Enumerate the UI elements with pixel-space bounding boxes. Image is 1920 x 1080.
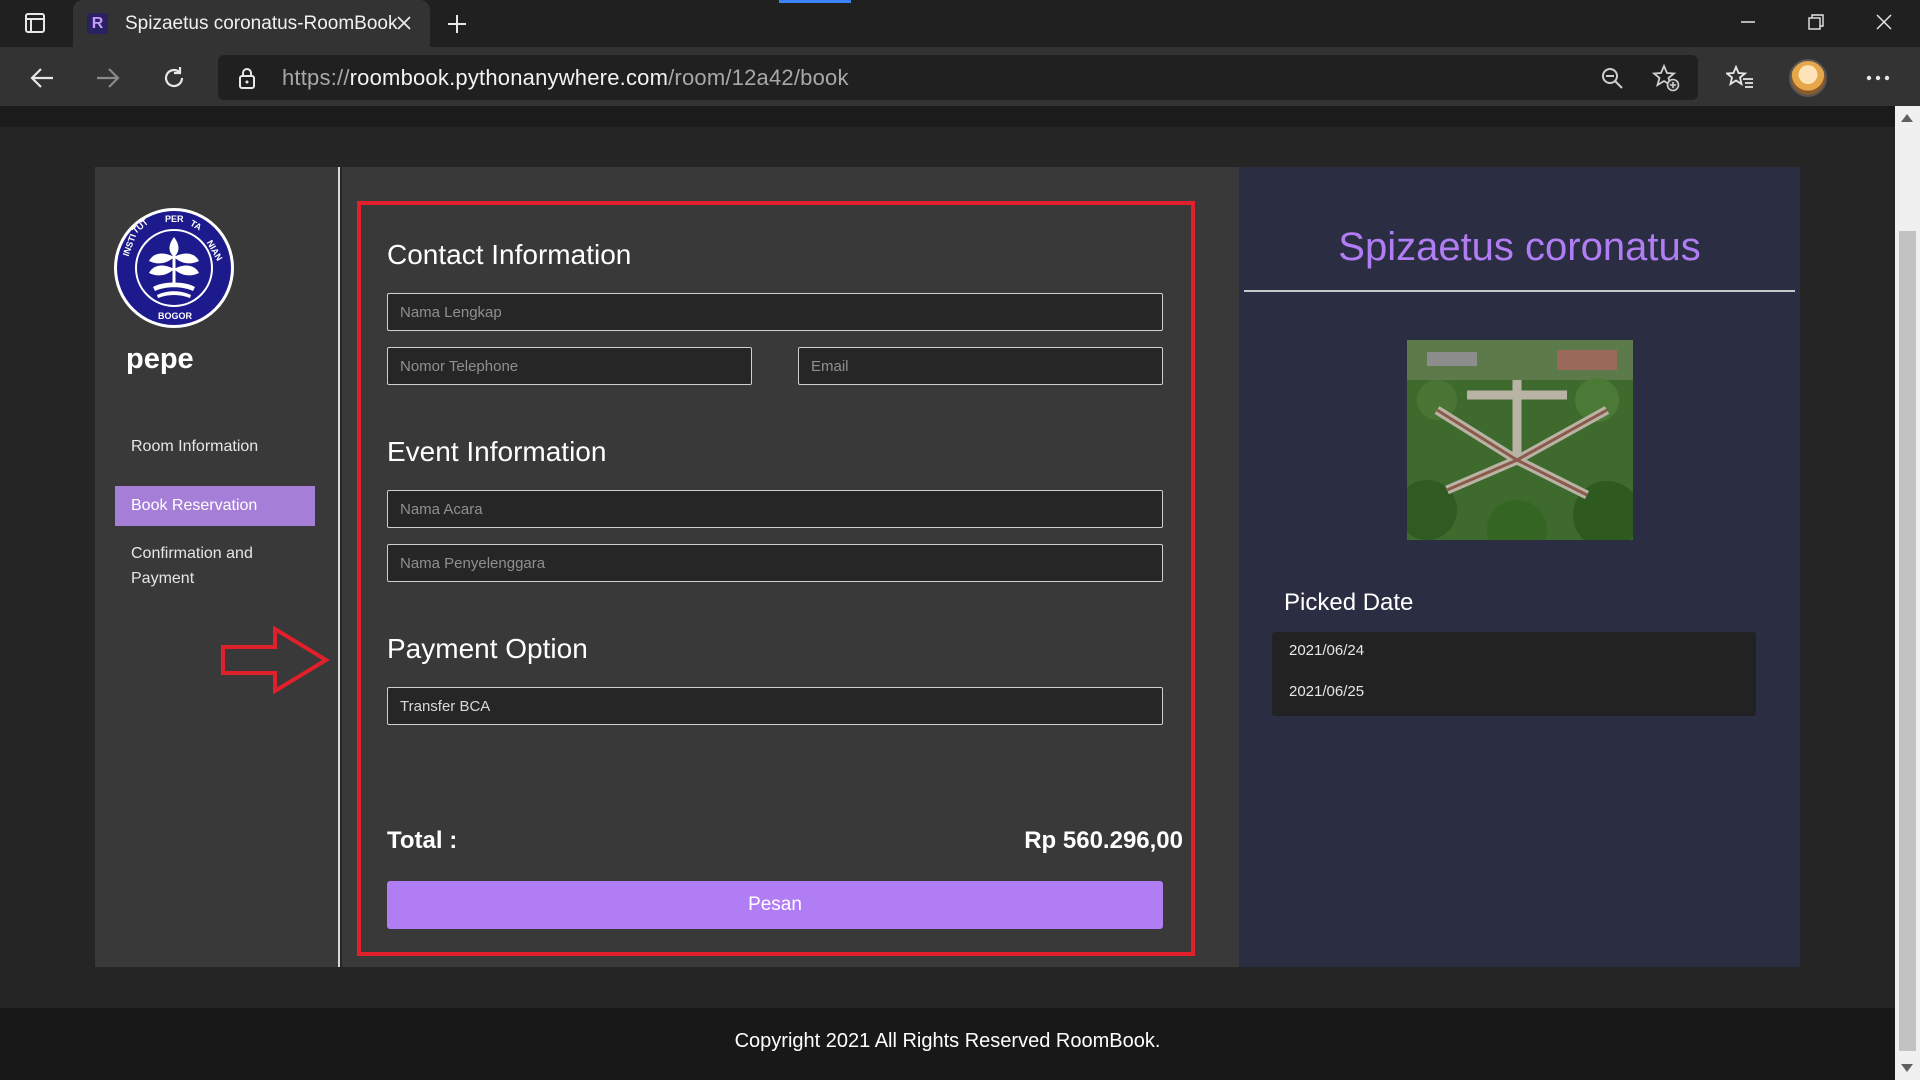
site-favicon-icon: R <box>87 13 108 34</box>
minimize-button[interactable] <box>1714 0 1782 44</box>
full-name-input[interactable] <box>387 293 1163 331</box>
profile-button[interactable] <box>1788 58 1828 98</box>
more-horizontal-icon <box>1866 75 1890 81</box>
scroll-up-icon[interactable] <box>1901 114 1913 122</box>
payment-option-heading: Payment Option <box>387 633 588 664</box>
tab-close-button[interactable] <box>392 11 416 35</box>
room-photo <box>1407 340 1633 540</box>
username: pepe <box>126 343 194 375</box>
favorites-list-icon <box>1726 65 1753 88</box>
tab-actions-button[interactable] <box>10 6 60 40</box>
minimize-icon <box>1741 21 1755 23</box>
annotation-arrow-icon <box>221 625 330 695</box>
restore-button[interactable] <box>1782 0 1850 44</box>
total-label: Total : <box>387 827 458 854</box>
email-input[interactable] <box>798 347 1163 385</box>
submit-booking-button[interactable]: Pesan <box>387 881 1163 929</box>
contact-information-heading: Contact Information <box>387 239 632 270</box>
page-viewport: PER TA NIAN INSTI TUT BOGOR pepe Room In… <box>0 106 1895 1080</box>
svg-text:BOGOR: BOGOR <box>158 311 193 321</box>
close-icon <box>397 16 411 30</box>
refresh-icon <box>164 67 184 88</box>
scroll-down-icon[interactable] <box>1901 1064 1913 1072</box>
star-add-icon <box>1652 64 1680 92</box>
ipb-logo: PER TA NIAN INSTI TUT BOGOR <box>114 208 234 328</box>
copyright-text: Copyright 2021 All Rights Reserved RoomB… <box>734 1030 1161 1052</box>
sidebar-item-room-information[interactable]: Room Information <box>115 434 315 459</box>
arrow-left-icon <box>30 68 53 88</box>
avatar <box>1789 59 1827 97</box>
zoom-button[interactable] <box>1596 62 1628 94</box>
payment-option-select[interactable] <box>387 687 1163 725</box>
browser-toolbar: https://roombook.pythonanywhere.com/room… <box>0 47 1920 106</box>
url-text: https://roombook.pythonanywhere.com/room… <box>282 65 849 91</box>
settings-menu-button[interactable] <box>1858 58 1898 98</box>
tab-title: Spizaetus coronatus-RoomBook <box>125 13 398 34</box>
svg-text:PER: PER <box>165 214 184 224</box>
back-button[interactable] <box>22 58 62 98</box>
room-summary-panel: Spizaetus coronatus Picked Date 2021/06/… <box>1239 167 1800 967</box>
address-bar[interactable]: https://roombook.pythonanywhere.com/room… <box>218 55 1698 100</box>
sidebar: PER TA NIAN INSTI TUT BOGOR pepe Room In… <box>95 167 340 967</box>
page-top-strip <box>0 106 1895 127</box>
arrow-right-icon <box>97 68 120 88</box>
sidebar-item-book-reservation[interactable]: Book Reservation <box>115 486 315 526</box>
forward-button[interactable] <box>88 58 128 98</box>
url-host: roombook.pythonanywhere.com <box>349 65 669 90</box>
new-tab-button[interactable] <box>440 7 474 41</box>
footer: Copyright 2021 All Rights Reserved RoomB… <box>0 1008 1895 1080</box>
lock-icon <box>239 68 255 89</box>
browser-tab-strip: R Spizaetus coronatus-RoomBook <box>0 0 1920 47</box>
url-path: /room/12a42/book <box>668 65 849 90</box>
favorites-button[interactable] <box>1720 58 1760 98</box>
zoom-out-icon <box>1602 68 1623 89</box>
add-favorite-button[interactable] <box>1650 62 1682 94</box>
organizer-name-input[interactable] <box>387 544 1163 582</box>
tab-actions-icon <box>25 13 45 33</box>
sidebar-item-confirmation-and-payment[interactable]: Confirmation and Payment <box>115 541 315 591</box>
total-price: Rp 560.296,00 <box>1024 827 1183 854</box>
restore-icon <box>1808 14 1824 30</box>
event-name-input[interactable] <box>387 490 1163 528</box>
page-scrollbar[interactable] <box>1895 106 1920 1080</box>
room-name: Spizaetus coronatus <box>1338 225 1701 269</box>
scrollbar-thumb[interactable] <box>1899 231 1916 1051</box>
room-title-divider <box>1244 290 1795 292</box>
picked-dates-list: 2021/06/24 2021/06/25 <box>1272 632 1756 716</box>
browser-tab-active[interactable]: R Spizaetus coronatus-RoomBook <box>73 0 430 47</box>
plus-icon <box>448 15 466 33</box>
booking-form: Contact Information Event Information Pa… <box>342 167 1239 967</box>
list-item: 2021/06/24 <box>1289 642 1365 659</box>
refresh-button[interactable] <box>154 58 194 98</box>
url-scheme: https:// <box>282 65 350 90</box>
tab-loading-indicator <box>779 0 851 3</box>
picked-date-heading: Picked Date <box>1284 589 1414 616</box>
list-item: 2021/06/25 <box>1289 683 1365 700</box>
phone-input[interactable] <box>387 347 752 385</box>
close-window-button[interactable] <box>1850 0 1918 44</box>
close-icon <box>1876 14 1892 30</box>
event-information-heading: Event Information <box>387 436 607 467</box>
